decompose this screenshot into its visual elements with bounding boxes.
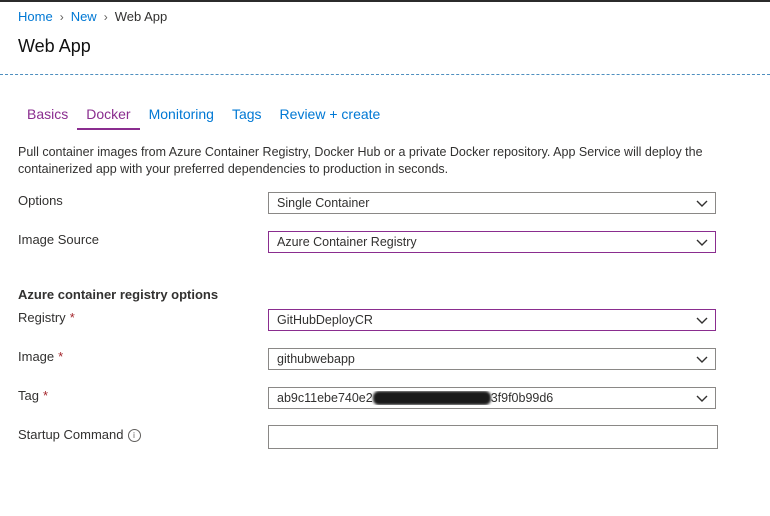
- image-value: githubwebapp: [277, 352, 355, 366]
- options-value: Single Container: [277, 196, 370, 210]
- tag-value: ab9c11ebe740e2 3f9f0b99d6: [277, 391, 689, 406]
- tab-bar: Basics Docker Monitoring Tags Review + c…: [18, 104, 389, 130]
- required-marker: *: [69, 310, 75, 325]
- chevron-right-icon: ›: [59, 9, 64, 24]
- options-dropdown[interactable]: Single Container: [268, 192, 716, 214]
- redaction-scribble: [372, 391, 491, 406]
- startup-command-input[interactable]: [268, 425, 718, 449]
- registry-label: Registry *: [18, 310, 75, 325]
- chevron-down-icon: [689, 231, 715, 253]
- breadcrumb-new[interactable]: New: [71, 9, 97, 24]
- top-border: [0, 0, 770, 2]
- startup-command-label-text: Startup Command: [18, 427, 124, 442]
- image-source-label: Image Source: [18, 232, 99, 247]
- tag-label: Tag *: [18, 388, 48, 403]
- chevron-down-icon: [689, 192, 715, 214]
- tag-value-end: 3f9f0b99d6: [490, 390, 554, 405]
- header-divider: [0, 74, 770, 75]
- chevron-down-icon: [689, 348, 715, 370]
- breadcrumb: Home › New › Web App: [18, 9, 167, 24]
- tag-value-start: ab9c11ebe740e2: [277, 390, 373, 405]
- required-marker: *: [42, 388, 49, 403]
- chevron-down-icon: [689, 309, 715, 331]
- startup-command-label: Startup Command i: [18, 427, 141, 443]
- tab-monitoring[interactable]: Monitoring: [140, 104, 223, 130]
- tab-review-create[interactable]: Review + create: [271, 104, 390, 130]
- tab-tags[interactable]: Tags: [223, 104, 271, 130]
- acr-section-heading: Azure container registry options: [18, 287, 219, 302]
- tag-dropdown[interactable]: ab9c11ebe740e2 3f9f0b99d6: [268, 387, 716, 409]
- info-icon[interactable]: i: [127, 429, 141, 443]
- tag-label-text: Tag: [18, 388, 39, 403]
- breadcrumb-current: Web App: [114, 9, 168, 24]
- tab-basics[interactable]: Basics: [18, 104, 77, 130]
- image-label: Image *: [18, 349, 63, 364]
- registry-dropdown[interactable]: GitHubDeployCR: [268, 309, 716, 331]
- image-dropdown[interactable]: githubwebapp: [268, 348, 716, 370]
- image-label-text: Image: [18, 349, 55, 364]
- intro-text: Pull container images from Azure Contain…: [18, 145, 703, 176]
- required-marker: *: [58, 349, 64, 364]
- options-label: Options: [18, 193, 63, 208]
- chevron-down-icon: [689, 387, 715, 409]
- registry-value: GitHubDeployCR: [277, 313, 373, 327]
- tab-docker[interactable]: Docker: [77, 104, 140, 130]
- breadcrumb-home[interactable]: Home: [18, 9, 53, 24]
- registry-label-text: Registry: [18, 310, 66, 325]
- image-source-value: Azure Container Registry: [277, 235, 417, 249]
- image-source-dropdown[interactable]: Azure Container Registry: [268, 231, 716, 253]
- chevron-right-icon: ›: [103, 9, 108, 24]
- page-title: Web App: [18, 36, 91, 56]
